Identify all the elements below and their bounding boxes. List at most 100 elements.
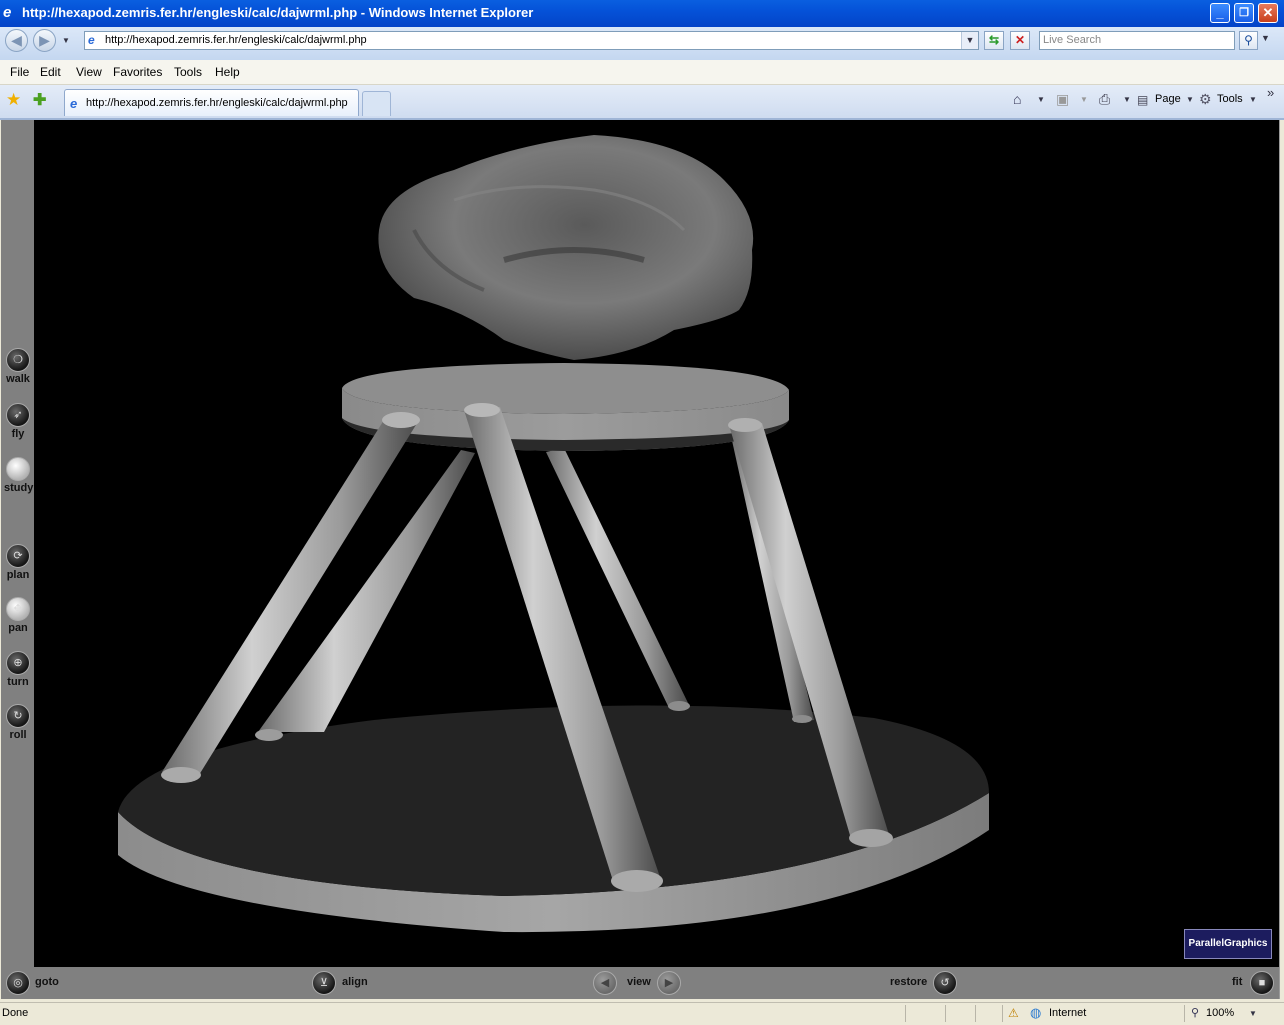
tools-menu-button[interactable]: Tools bbox=[1217, 93, 1243, 105]
zoom-icon: ⚲ bbox=[1191, 1007, 1200, 1019]
home-dropdown-icon[interactable]: ▼ bbox=[1037, 95, 1045, 104]
address-bar[interactable]: e http://hexapod.zemris.fer.hr/engleski/… bbox=[84, 31, 979, 50]
plan-tool[interactable]: ⟳ plan bbox=[4, 544, 32, 581]
search-options-dropdown-icon[interactable]: ▼ bbox=[1261, 33, 1270, 43]
print-dropdown-icon[interactable]: ▼ bbox=[1123, 95, 1131, 104]
window-right-edge bbox=[1279, 120, 1284, 999]
protected-mode-icon[interactable]: ⚠ bbox=[1008, 1006, 1019, 1020]
fly-tool[interactable]: ➶ fly bbox=[4, 403, 32, 440]
feeds-dropdown-icon[interactable]: ▼ bbox=[1080, 95, 1088, 104]
search-icon[interactable]: ⚲ bbox=[1239, 31, 1258, 50]
recent-pages-dropdown-icon[interactable]: ▼ bbox=[62, 36, 70, 45]
restore-view-button[interactable]: restore bbox=[890, 976, 927, 988]
turn-icon: ⊕ bbox=[6, 651, 30, 675]
menu-help[interactable]: Help bbox=[215, 65, 240, 79]
favorites-star-icon[interactable]: ★ bbox=[6, 90, 21, 110]
previous-view-icon[interactable]: ◀ bbox=[593, 971, 617, 995]
turn-label: turn bbox=[7, 676, 29, 688]
page-icon-menu[interactable]: ▤ bbox=[1137, 93, 1148, 107]
fit-button[interactable]: fit bbox=[1232, 976, 1242, 988]
stop-button[interactable]: ✕ bbox=[1010, 31, 1030, 50]
study-label: study bbox=[4, 482, 34, 494]
search-box[interactable]: Live Search bbox=[1039, 31, 1235, 50]
vrml-left-toolbar: ❍ walk ➶ fly study ⟳ plan ✥ pan ⊕ turn ↻… bbox=[1, 120, 34, 967]
status-bar: Done ⚠ ◍ Internet ⚲ 100% ▼ bbox=[0, 1002, 1284, 1025]
roll-label: roll bbox=[9, 729, 27, 741]
vrml-bottom-toolbar: ◎ goto ⊻ align ◀ view ▶ restore ↺ fit ■ bbox=[1, 967, 1279, 999]
add-favorite-icon[interactable]: ✚ bbox=[33, 90, 46, 110]
menu-favorites[interactable]: Favorites bbox=[113, 65, 162, 79]
walk-label: walk bbox=[6, 373, 30, 385]
roll-tool[interactable]: ↻ roll bbox=[4, 704, 32, 741]
tab-current[interactable]: e http://hexapod.zemris.fer.hr/engleski/… bbox=[64, 89, 359, 116]
address-dropdown-icon[interactable]: ▼ bbox=[961, 32, 978, 49]
view-button[interactable]: view bbox=[627, 976, 651, 988]
search-input[interactable]: Live Search bbox=[1043, 34, 1101, 46]
status-divider bbox=[1184, 1005, 1185, 1022]
status-divider bbox=[905, 1005, 906, 1022]
menu-view[interactable]: View bbox=[76, 65, 102, 79]
chevron-overflow-icon[interactable]: » bbox=[1267, 85, 1274, 100]
globe-icon: ◍ bbox=[1030, 1005, 1042, 1020]
new-tab-button[interactable] bbox=[362, 91, 391, 116]
next-view-icon[interactable]: ▶ bbox=[657, 971, 681, 995]
fit-icon[interactable]: ■ bbox=[1250, 971, 1274, 995]
menu-bar: File Edit View Favorites Tools Help bbox=[0, 60, 1284, 85]
back-button[interactable]: ◀ bbox=[5, 29, 28, 52]
feeds-icon[interactable]: ▣ bbox=[1056, 91, 1069, 108]
minimize-button[interactable]: _ bbox=[1210, 3, 1230, 23]
parallelgraphics-logo[interactable]: ParallelGraphics bbox=[1184, 929, 1272, 959]
navigation-bar: ◀ ▶ ▼ e http://hexapod.zemris.fer.hr/eng… bbox=[0, 27, 1284, 61]
roll-icon: ↻ bbox=[6, 704, 30, 728]
hexapod-3d-scene[interactable] bbox=[34, 120, 1279, 967]
tab-label: http://hexapod.zemris.fer.hr/engleski/ca… bbox=[86, 97, 348, 109]
pan-tool[interactable]: ✥ pan bbox=[4, 597, 32, 634]
ie-logo-icon: e bbox=[3, 4, 12, 21]
menu-tools[interactable]: Tools bbox=[174, 65, 202, 79]
close-button[interactable]: ✕ bbox=[1258, 3, 1278, 23]
status-divider bbox=[945, 1005, 946, 1022]
status-text: Done bbox=[2, 1007, 29, 1019]
security-zone[interactable]: Internet bbox=[1049, 1007, 1086, 1019]
top-platform bbox=[342, 363, 789, 451]
page-dropdown-icon[interactable]: ▼ bbox=[1186, 95, 1194, 104]
goto-icon[interactable]: ◎ bbox=[6, 971, 30, 995]
status-divider bbox=[1002, 1005, 1003, 1022]
plan-icon: ⟳ bbox=[6, 544, 30, 568]
title-bar[interactable]: e http://hexapod.zemris.fer.hr/engleski/… bbox=[0, 0, 1284, 27]
zoom-level[interactable]: 100% bbox=[1206, 1007, 1234, 1019]
goto-button[interactable]: goto bbox=[35, 976, 59, 988]
vrml-viewport[interactable]: ❍ walk ➶ fly study ⟳ plan ✥ pan ⊕ turn ↻… bbox=[1, 120, 1279, 967]
rock-payload bbox=[378, 135, 754, 360]
restore-button[interactable]: ❐ bbox=[1234, 3, 1254, 23]
align-icon[interactable]: ⊻ bbox=[312, 971, 336, 995]
tools-dropdown-icon[interactable]: ▼ bbox=[1249, 95, 1257, 104]
menu-edit[interactable]: Edit bbox=[40, 65, 61, 79]
page-menu-button[interactable]: Page bbox=[1155, 93, 1181, 105]
menu-file[interactable]: File bbox=[10, 65, 29, 79]
plan-label: plan bbox=[6, 569, 30, 581]
walk-tool[interactable]: ❍ walk bbox=[4, 348, 32, 385]
refresh-button[interactable]: ⇆ bbox=[984, 31, 1004, 50]
zoom-dropdown-icon[interactable]: ▼ bbox=[1249, 1009, 1257, 1018]
fly-label: fly bbox=[11, 428, 25, 440]
home-icon[interactable]: ⌂ bbox=[1013, 91, 1021, 107]
print-icon[interactable]: ⎙ bbox=[1099, 91, 1110, 108]
turn-tool[interactable]: ⊕ turn bbox=[4, 651, 32, 688]
tab-page-icon: e bbox=[70, 96, 78, 111]
status-divider bbox=[975, 1005, 976, 1022]
walk-icon: ❍ bbox=[6, 348, 30, 372]
study-icon bbox=[6, 457, 30, 481]
pan-label: pan bbox=[8, 622, 28, 634]
page-icon: e bbox=[88, 33, 95, 47]
address-input[interactable]: http://hexapod.zemris.fer.hr/engleski/ca… bbox=[105, 34, 367, 46]
restore-icon[interactable]: ↺ bbox=[933, 971, 957, 995]
forward-button[interactable]: ▶ bbox=[33, 29, 56, 52]
pan-icon: ✥ bbox=[6, 597, 30, 621]
study-tool[interactable]: study bbox=[4, 457, 34, 494]
tab-bar: ★ ✚ e http://hexapod.zemris.fer.hr/engle… bbox=[0, 85, 1284, 120]
gear-icon[interactable]: ⚙ bbox=[1199, 91, 1212, 108]
fly-icon: ➶ bbox=[6, 403, 30, 427]
align-button[interactable]: align bbox=[342, 976, 368, 988]
window-title: http://hexapod.zemris.fer.hr/engleski/ca… bbox=[22, 5, 534, 20]
